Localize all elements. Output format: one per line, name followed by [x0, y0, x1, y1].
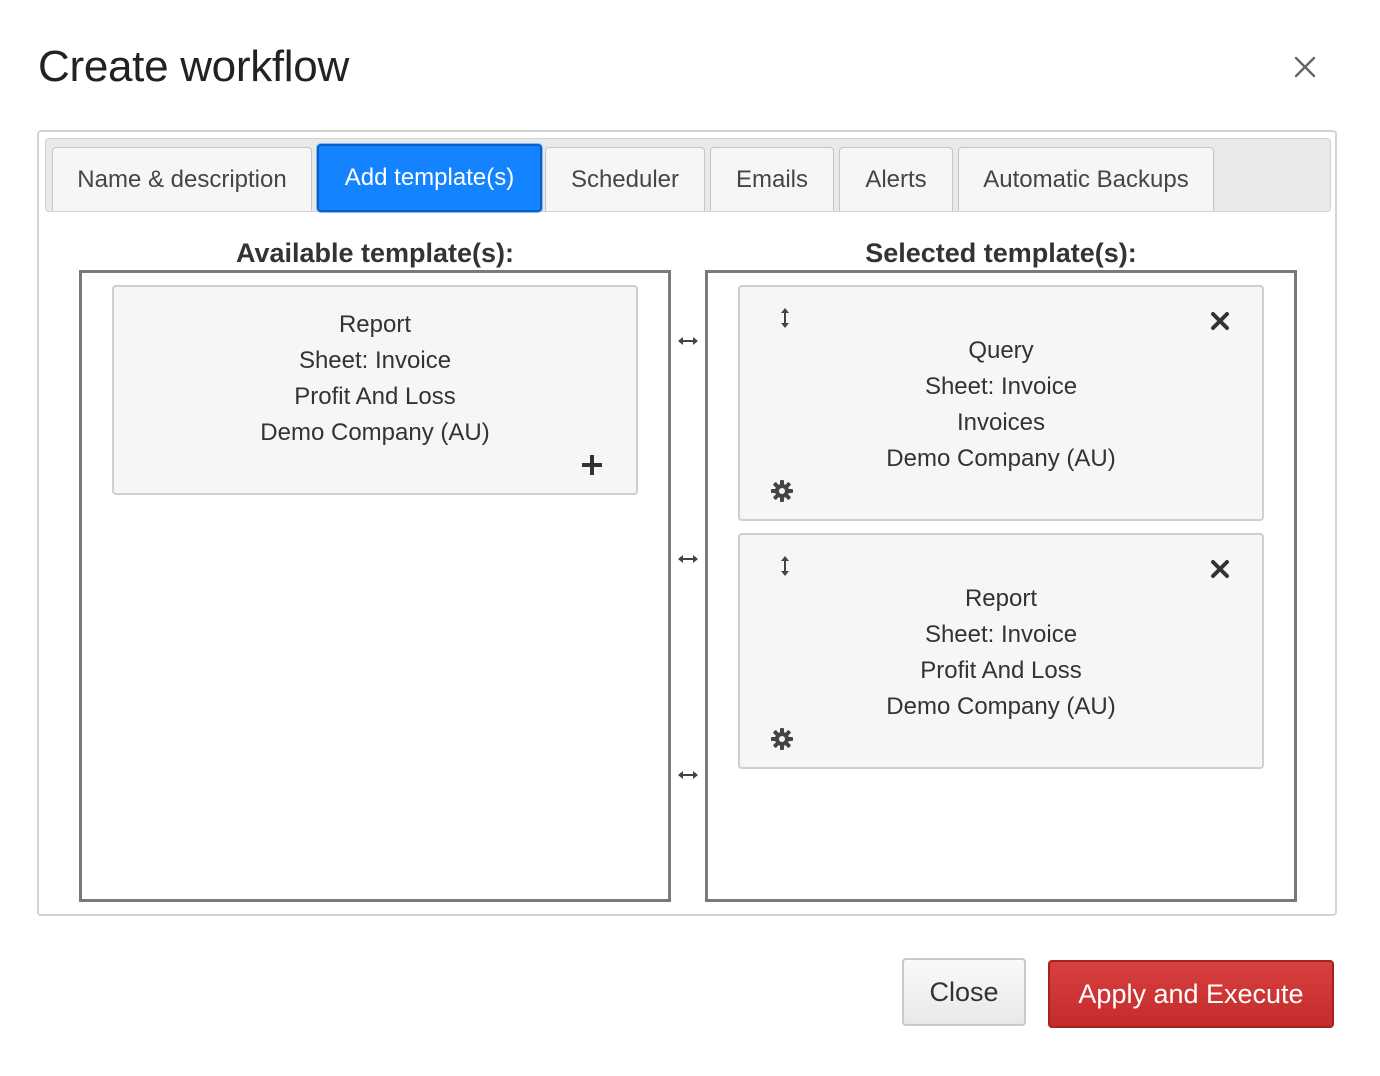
- template-sheet: Sheet: Invoice: [924, 621, 1078, 648]
- selected-templates-title: Selected template(s):: [865, 238, 1137, 268]
- dialog-title: Create workflow: [38, 42, 349, 91]
- apply-and-execute-button[interactable]: Apply and Execute: [1048, 960, 1334, 1028]
- workflow-panel: Name & description Add template(s) Sched…: [37, 130, 1337, 916]
- template-company: Demo Company (AU): [886, 445, 1116, 472]
- available-template-card[interactable]: Report Sheet: Invoice Profit And Loss De…: [112, 285, 638, 495]
- plus-icon[interactable]: [580, 453, 604, 477]
- close-button[interactable]: Close: [902, 958, 1026, 1026]
- template-name: Profit And Loss: [294, 383, 456, 410]
- tab-emails[interactable]: Emails: [710, 147, 834, 211]
- template-company: Demo Company (AU): [260, 419, 490, 446]
- available-templates-title: Available template(s):: [235, 238, 515, 268]
- horizontal-move-icon[interactable]: [677, 552, 699, 566]
- template-type: Query: [968, 337, 1034, 364]
- gear-icon[interactable]: [770, 479, 794, 503]
- tab-name-description[interactable]: Name & description: [52, 147, 312, 211]
- template-sheet: Sheet: Invoice: [924, 373, 1078, 400]
- tab-alerts[interactable]: Alerts: [839, 147, 953, 211]
- selected-templates-list: Query Sheet: Invoice Invoices Demo Compa…: [705, 270, 1297, 902]
- template-type: Report: [964, 585, 1038, 612]
- template-company: Demo Company (AU): [886, 693, 1116, 720]
- template-name: Profit And Loss: [920, 657, 1082, 684]
- selected-template-card[interactable]: Query Sheet: Invoice Invoices Demo Compa…: [738, 285, 1264, 521]
- template-sheet: Sheet: Invoice: [298, 347, 452, 374]
- horizontal-move-icon[interactable]: [677, 334, 699, 348]
- gear-icon[interactable]: [770, 727, 794, 751]
- tab-add-templates[interactable]: Add template(s): [317, 144, 542, 212]
- template-details: Query Sheet: Invoice Invoices Demo Compa…: [740, 333, 1262, 477]
- horizontal-move-icon[interactable]: [677, 768, 699, 782]
- remove-icon[interactable]: [1210, 311, 1230, 331]
- template-name: Invoices: [956, 409, 1046, 436]
- selected-template-card[interactable]: Report Sheet: Invoice Profit And Loss De…: [738, 533, 1264, 769]
- tab-scheduler[interactable]: Scheduler: [545, 147, 705, 211]
- close-icon[interactable]: [1290, 52, 1320, 82]
- template-type: Report: [338, 311, 412, 338]
- vertical-move-icon[interactable]: [778, 307, 792, 329]
- vertical-move-icon[interactable]: [778, 555, 792, 577]
- template-details: Report Sheet: Invoice Profit And Loss De…: [740, 581, 1262, 725]
- available-templates-list: Report Sheet: Invoice Profit And Loss De…: [79, 270, 671, 902]
- remove-icon[interactable]: [1210, 559, 1230, 579]
- tab-bar: Name & description Add template(s) Sched…: [45, 138, 1331, 212]
- tab-automatic-backups[interactable]: Automatic Backups: [958, 147, 1214, 211]
- template-details: Report Sheet: Invoice Profit And Loss De…: [114, 307, 636, 451]
